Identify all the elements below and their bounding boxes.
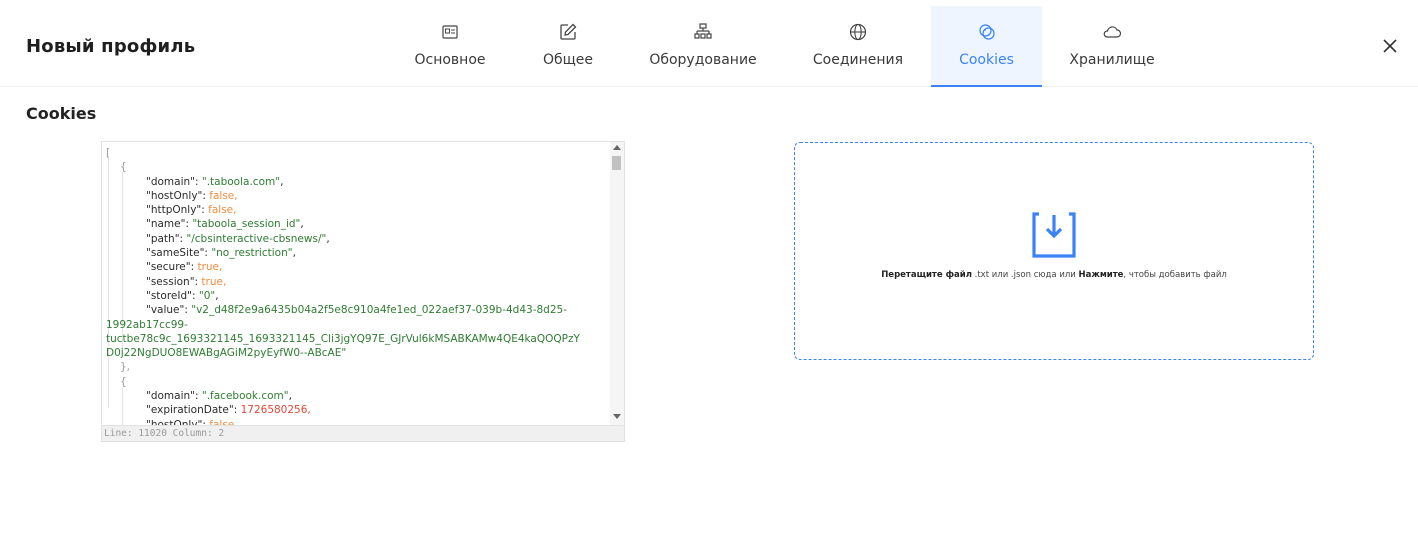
code-key: "domain" (146, 175, 195, 188)
tab-basic[interactable]: Основное (405, 6, 495, 85)
close-button[interactable] (1380, 36, 1400, 56)
code-value: false, (208, 204, 237, 217)
tab-connections[interactable]: Соединения (803, 6, 913, 85)
editor-scrollbar[interactable] (610, 142, 624, 425)
code-key: "expirationDate" (146, 404, 234, 417)
code-value: "v2_d48f2e9a6435b04a2f5e8c910a4fe1ed_022… (191, 304, 567, 317)
code-value: "no_restriction" (211, 247, 293, 260)
code-line: { (106, 375, 610, 389)
cookies-json-editor[interactable]: [{"domain": ".taboola.com", "hostOnly": f… (101, 141, 625, 442)
tab-basic-label: Основное (414, 52, 486, 68)
code-line: "httpOnly": false, (146, 204, 237, 217)
dropzone-text: Перетащите файл .txt или .json сюда или … (795, 270, 1313, 280)
code-value-wrap: 1992ab17cc99- (106, 318, 188, 331)
code-value-wrap: tuctbe78c9c_1693321145_1693321145_Cli3jg… (106, 332, 580, 345)
code-line: D0j22NgDUO8EWABgAGiM2pyEyfW0--ABcAE" (106, 346, 610, 360)
code-value: false, (209, 189, 238, 202)
code-key: "httpOnly" (146, 204, 202, 217)
file-dropzone[interactable]: Перетащите файл .txt или .json сюда или … (794, 142, 1314, 360)
code-key: "storeId" (146, 289, 192, 302)
code-line: "domain": ".taboola.com", (146, 175, 284, 188)
code-line: "domain": ".facebook.com", (146, 390, 292, 403)
tab-storage[interactable]: Хранилище (1060, 6, 1164, 85)
code-line: "hostOnly": false, (146, 189, 238, 202)
code-line: [ (106, 146, 610, 160)
tab-storage-label: Хранилище (1069, 52, 1155, 68)
scroll-up-arrow-icon[interactable] (613, 145, 621, 150)
code-punctuation: { (120, 161, 127, 174)
code-key: "sameSite" (146, 247, 205, 260)
code-value: "/cbsinteractive-cbsnews/" (186, 232, 327, 245)
dropzone-tail-text: , чтобы добавить файл (1123, 270, 1227, 280)
cookie-icon (977, 22, 997, 42)
cloud-icon (1102, 22, 1122, 42)
code-key: "hostOnly" (146, 189, 203, 202)
code-line: "secure": true, (146, 261, 223, 274)
code-value: true, (197, 261, 223, 274)
modal-header: Новый профиль Основное Общее Оборудовани… (0, 0, 1418, 87)
tab-cookies[interactable]: Cookies (931, 6, 1042, 87)
code-key: "session" (146, 275, 195, 288)
download-tray-icon (1032, 212, 1076, 258)
code-line: "session": true, (146, 275, 227, 288)
code-value: ".facebook.com" (201, 390, 289, 403)
code-area[interactable]: [{"domain": ".taboola.com", "hostOnly": f… (102, 142, 610, 425)
tab-general-label: Общее (542, 52, 594, 68)
tab-general[interactable]: Общее (528, 6, 608, 85)
code-line: }, (106, 360, 610, 374)
code-value: 1726580256, (240, 404, 311, 417)
code-value: true, (201, 275, 227, 288)
tab-connections-label: Соединения (812, 52, 904, 68)
scroll-down-arrow-icon[interactable] (613, 414, 621, 419)
code-value-wrap: D0j22NgDUO8EWABgAGiM2pyEyfW0--ABcAE" (106, 347, 347, 360)
edit-icon (558, 22, 578, 42)
code-line: "expirationDate": 1726580256, (146, 404, 311, 417)
section-title: Cookies (26, 104, 97, 123)
code-key: "domain" (146, 390, 195, 403)
hierarchy-icon (693, 22, 713, 42)
code-line: "hostOnly": false, (106, 418, 610, 425)
code-key: "path" (146, 232, 180, 245)
code-line: "name": "taboola_session_id", (146, 218, 304, 231)
page-title: Новый профиль (26, 36, 196, 57)
code-line: { (106, 160, 610, 174)
code-line: "sameSite": "no_restriction", (146, 247, 296, 260)
code-value: "0" (198, 289, 216, 302)
globe-icon (848, 22, 868, 42)
code-value: ".taboola.com" (201, 175, 281, 188)
dropzone-click-link[interactable]: Нажмите (1079, 270, 1124, 280)
code-punctuation: }, (120, 361, 131, 374)
code-key: "secure" (146, 261, 191, 274)
code-line: "storeId": "0", (146, 289, 219, 302)
tab-cookies-label: Cookies (959, 52, 1014, 68)
code-punctuation: { (120, 375, 127, 388)
code-line: "value": "v2_d48f2e9a6435b04a2f5e8c910a4… (146, 304, 567, 317)
code-line: tuctbe78c9c_1693321145_1693321145_Cli3jg… (106, 332, 610, 346)
scroll-thumb[interactable] (612, 156, 621, 170)
code-key: "value" (146, 304, 185, 317)
close-icon (1383, 39, 1397, 53)
code-key: "name" (146, 218, 186, 231)
tab-hardware-label: Оборудование (649, 52, 757, 68)
code-value: "taboola_session_id" (192, 218, 301, 231)
editor-status-bar: Line: 11020 Column: 2 (102, 425, 624, 441)
id-card-icon (440, 22, 460, 42)
code-line: "path": "/cbsinteractive-cbsnews/", (146, 232, 330, 245)
dropzone-drag-text: Перетащите файл (881, 270, 972, 280)
dropzone-formats-text: .txt или .json сюда или (971, 270, 1079, 280)
code-line: 1992ab17cc99- (106, 318, 610, 332)
code-punctuation: [ (106, 147, 111, 159)
tab-hardware[interactable]: Оборудование (640, 6, 766, 85)
